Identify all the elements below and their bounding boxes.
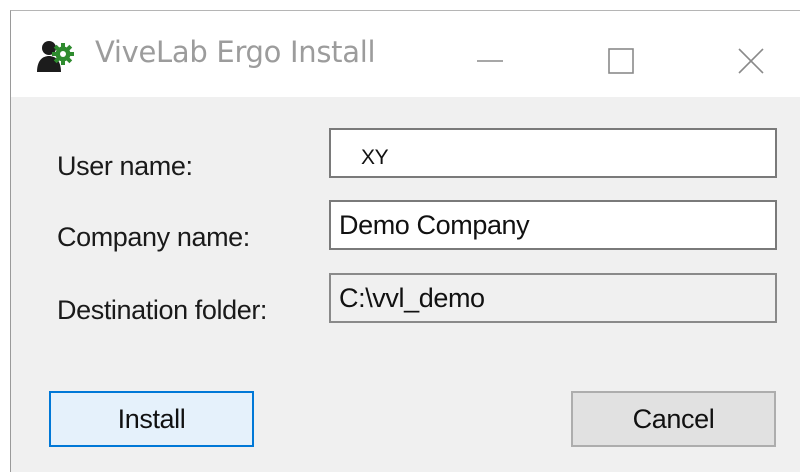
close-button[interactable] xyxy=(721,29,781,79)
destination-folder-label: Destination folder: xyxy=(57,295,268,325)
destination-folder-input[interactable] xyxy=(329,273,777,323)
window-title: ViveLab Ergo Install xyxy=(95,35,376,69)
cancel-button[interactable]: Cancel xyxy=(571,391,776,447)
close-icon xyxy=(738,48,764,74)
company-name-label: Company name: xyxy=(57,222,250,252)
minimize-button[interactable] xyxy=(459,29,519,79)
app-icon xyxy=(37,41,74,72)
user-name-label: User name: xyxy=(57,151,193,181)
company-name-input[interactable] xyxy=(329,200,777,250)
maximize-button[interactable] xyxy=(591,29,651,79)
user-name-input[interactable] xyxy=(329,128,777,178)
install-dialog-window: ViveLab Ergo Install User name: Company … xyxy=(10,10,800,472)
title-bar[interactable]: ViveLab Ergo Install xyxy=(11,11,800,97)
minimize-icon xyxy=(477,60,503,62)
install-button[interactable]: Install xyxy=(49,391,254,447)
maximize-icon xyxy=(608,48,634,74)
